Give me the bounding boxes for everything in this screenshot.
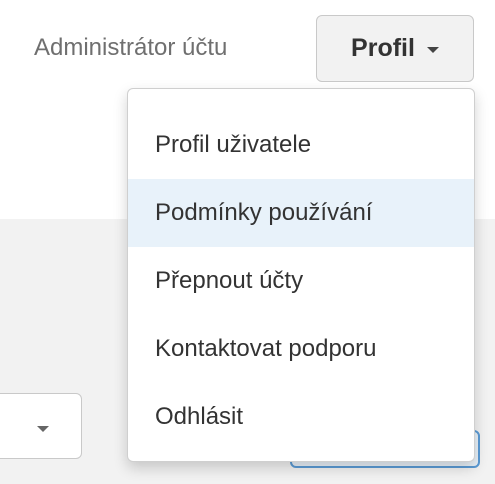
menu-item-user-profile[interactable]: Profil uživatele	[128, 111, 474, 179]
profile-dropdown-menu: Profil uživatele Podmínky používání Přep…	[127, 88, 475, 462]
menu-item-switch-accounts[interactable]: Přepnout účty	[128, 247, 474, 315]
profile-button[interactable]: Profil	[316, 15, 474, 82]
chevron-down-icon	[37, 426, 49, 432]
profile-button-label: Profil	[351, 34, 415, 62]
profile-menu-list: Profil uživatele Podmínky používání Přep…	[128, 111, 474, 451]
menu-item-contact-support[interactable]: Kontaktovat podporu	[128, 315, 474, 383]
menu-item-logout[interactable]: Odhlásit	[128, 383, 474, 451]
menu-item-terms-of-use[interactable]: Podmínky používání	[128, 179, 474, 247]
chevron-down-icon	[426, 46, 439, 53]
account-role-label: Administrátor účtu	[34, 34, 228, 61]
select-dropdown[interactable]	[0, 393, 82, 459]
